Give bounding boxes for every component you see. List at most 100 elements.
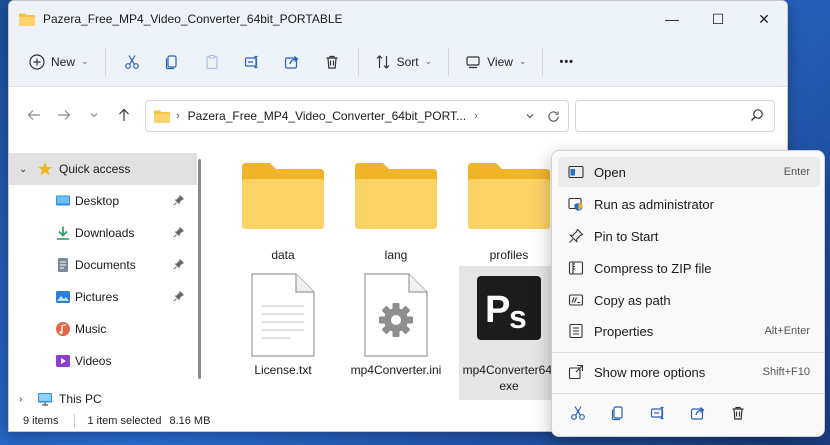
chevron-down-icon[interactable] [525, 111, 535, 121]
list-item[interactable]: lang [346, 153, 446, 263]
copy-button[interactable] [152, 45, 192, 79]
folder-icon [242, 163, 324, 229]
sidebar-item-pictures[interactable]: Pictures [9, 281, 197, 313]
menu-item-open[interactable]: Open Enter [558, 157, 820, 187]
sidebar-item-label: Pictures [75, 290, 119, 304]
desktop-icon [56, 195, 70, 206]
back-button[interactable] [19, 100, 49, 130]
more-button[interactable]: ••• [549, 45, 584, 79]
breadcrumb-separator: › [176, 110, 180, 122]
chevron-down-icon[interactable]: ⌄ [19, 164, 27, 175]
address-actions [525, 101, 560, 131]
up-button[interactable] [109, 100, 139, 130]
ps-app-icon: P s [477, 276, 541, 340]
cut-button[interactable] [112, 45, 152, 79]
sidebar-scrollbar[interactable] [198, 159, 201, 379]
menu-item-properties[interactable]: Properties Alt+Enter [558, 316, 820, 346]
file-name: profiles [489, 248, 529, 262]
menu-item-show-more-options[interactable]: Show more options Shift+F10 [558, 357, 820, 387]
search-input[interactable] [575, 100, 775, 132]
scissors-icon [571, 406, 585, 420]
shield-icon [568, 197, 583, 211]
sidebar-item-label: Downloads [75, 226, 135, 240]
pin-icon[interactable] [173, 226, 185, 238]
navigation-pane: ⌄ Quick access Desktop Downloads Documen… [9, 143, 199, 406]
context-menu: Open Enter Run as administrator Pin to S… [551, 150, 825, 437]
sidebar-item-quick-access[interactable]: ⌄ Quick access [9, 153, 197, 185]
breadcrumb-chevron[interactable]: › [474, 110, 478, 122]
close-button[interactable]: ✕ [741, 1, 787, 37]
pin-icon[interactable] [173, 290, 185, 302]
selection-size: 8.16 MB [169, 415, 211, 427]
context-cut-button[interactable] [558, 397, 598, 429]
refresh-icon[interactable] [547, 110, 560, 123]
context-copy-button[interactable] [598, 397, 638, 429]
list-item-selected[interactable]: P s mp4Converter64. exe [459, 266, 559, 400]
new-label: New [51, 54, 76, 69]
sort-button[interactable]: Sort ⌄ [365, 45, 443, 79]
context-rename-button[interactable] [638, 397, 678, 429]
folder-icon [468, 163, 550, 229]
copy-path-icon [568, 294, 584, 306]
clipboard-icon [205, 54, 218, 69]
list-item[interactable]: profiles [459, 153, 559, 263]
sidebar-item-desktop[interactable]: Desktop [9, 185, 197, 217]
menu-item-run-as-admin[interactable]: Run as administrator [558, 189, 820, 219]
list-item[interactable]: data [233, 153, 333, 263]
sidebar-item-music[interactable]: Music [9, 313, 197, 345]
svg-text:P: P [485, 289, 510, 331]
view-button[interactable]: View ⌄ [455, 45, 536, 79]
toolbar-divider [357, 47, 359, 76]
text-file-icon [251, 273, 315, 357]
chevron-right-icon[interactable]: › [19, 394, 22, 405]
menu-item-pin-to-start[interactable]: Pin to Start [558, 221, 820, 251]
svg-text:s: s [509, 299, 527, 335]
scissors-icon [124, 54, 139, 69]
context-quick-actions [558, 397, 820, 429]
menu-divider [552, 393, 824, 394]
sidebar-item-downloads[interactable]: Downloads [9, 217, 197, 249]
sort-arrows-icon [376, 54, 389, 69]
chevron-down-icon [90, 113, 98, 118]
window-controls: — ☐ ✕ [649, 1, 787, 37]
status-divider [74, 414, 76, 428]
context-delete-button[interactable] [718, 397, 758, 429]
trash-icon [326, 55, 338, 69]
pc-icon [38, 393, 52, 406]
file-name: License.txt [254, 363, 312, 377]
minimize-button[interactable]: — [649, 1, 695, 37]
delete-button[interactable] [312, 45, 352, 79]
pin-icon [569, 228, 584, 243]
maximize-button[interactable]: ☐ [695, 1, 741, 37]
recent-locations-button[interactable] [79, 100, 109, 130]
breadcrumb-path[interactable]: Pazera_Free_MP4_Video_Converter_64bit_PO… [188, 109, 466, 123]
properties-icon [569, 323, 583, 339]
address-bar[interactable]: › Pazera_Free_MP4_Video_Converter_64bit_… [145, 100, 569, 132]
sidebar-item-documents[interactable]: Documents [9, 249, 197, 281]
menu-item-copy-as-path[interactable]: Copy as path [558, 285, 820, 315]
menu-item-compress-zip[interactable]: Compress to ZIP file [558, 253, 820, 283]
forward-button[interactable] [49, 100, 79, 130]
list-item[interactable]: License.txt [233, 268, 333, 398]
list-item[interactable]: mp4Converter.ini [346, 268, 446, 398]
context-share-button[interactable] [678, 397, 718, 429]
file-name: mp4Converter64. [462, 363, 556, 377]
pin-icon[interactable] [173, 258, 185, 270]
new-button[interactable]: New ⌄ [19, 45, 99, 79]
share-button[interactable] [272, 45, 312, 79]
command-bar: New ⌄ Sort ⌄ View ⌄ ••• [9, 37, 787, 87]
share-icon [690, 407, 705, 420]
copy-icon [611, 406, 623, 421]
menu-item-label: Properties [594, 323, 654, 339]
sidebar-item-videos[interactable]: Videos [9, 345, 197, 377]
menu-item-label: Run as administrator [594, 196, 714, 212]
pin-icon[interactable] [173, 194, 185, 206]
file-name: data [271, 248, 295, 262]
menu-divider [552, 352, 824, 353]
rename-button[interactable] [232, 45, 272, 79]
item-count: 9 items [23, 415, 59, 427]
sidebar-item-label: Quick access [59, 162, 131, 176]
window-title: Pazera_Free_MP4_Video_Converter_64bit_PO… [43, 12, 343, 26]
chevron-down-icon: ⌄ [81, 56, 89, 66]
paste-button[interactable] [192, 45, 232, 79]
